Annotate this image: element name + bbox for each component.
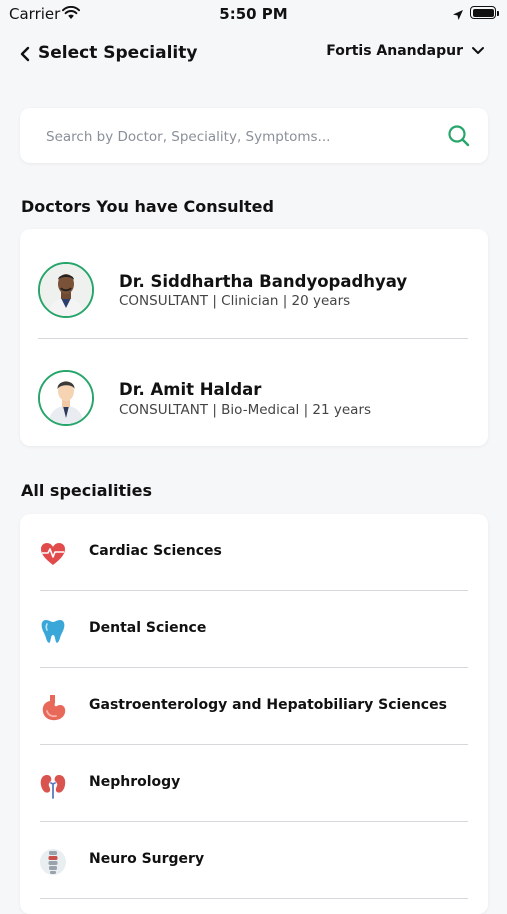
specialities-card: Cardiac Sciences Dental Science Gastroen… (20, 514, 488, 914)
speciality-label: Dental Science (89, 620, 207, 636)
speciality-item-cardiac-sciences[interactable]: Cardiac Sciences (20, 514, 488, 591)
speciality-item-nephrology[interactable]: Nephrology (20, 745, 488, 822)
doctor-item[interactable]: Dr. Amit Haldar CONSULTANT | Bio-Medical… (20, 339, 488, 439)
search-icon[interactable] (446, 123, 472, 153)
speciality-label: Gastroenterology and Hepatobiliary Scien… (89, 697, 447, 713)
doctor-avatar (38, 370, 94, 426)
doctor-meta: CONSULTANT | Clinician | 20 years (119, 293, 351, 309)
header: Select Speciality Fortis Anandapur (0, 36, 507, 72)
branch-label: Fortis Anandapur (326, 43, 463, 59)
speciality-item-neuro-surgery[interactable]: Neuro Surgery (20, 822, 488, 899)
location-arrow-icon (452, 6, 464, 25)
specialities-section-title: All specialities (21, 481, 152, 500)
branch-selector[interactable]: Fortis Anandapur (326, 43, 485, 59)
search-input[interactable] (44, 108, 428, 165)
speciality-item-gastroenterology[interactable]: Gastroenterology and Hepatobiliary Scien… (20, 668, 488, 745)
kidney-icon (38, 770, 68, 800)
chevron-down-icon (472, 47, 484, 54)
battery-icon (470, 6, 499, 19)
speciality-item-dental-science[interactable]: Dental Science (20, 591, 488, 668)
tooth-icon (38, 616, 68, 646)
doctor-name: Dr. Siddhartha Bandyopadhyay (119, 272, 408, 291)
doctor-item[interactable]: Dr. Siddhartha Bandyopadhyay CONSULTANT … (20, 229, 488, 329)
spine-icon (38, 847, 68, 877)
status-time: 5:50 PM (219, 5, 288, 23)
speciality-label: Nephrology (89, 774, 181, 790)
search-bar (20, 108, 488, 165)
consulted-section-title: Doctors You have Consulted (21, 197, 274, 216)
consulted-doctors-card: Dr. Siddhartha Bandyopadhyay CONSULTANT … (20, 229, 488, 446)
divider (40, 898, 468, 899)
doctor-meta: CONSULTANT | Bio-Medical | 21 years (119, 402, 372, 418)
back-arrow-icon[interactable] (15, 42, 39, 66)
doctor-avatar (38, 262, 94, 318)
speciality-label: Cardiac Sciences (89, 543, 222, 559)
heart-icon (38, 539, 68, 569)
page-title: Select Speciality (38, 43, 198, 63)
stomach-icon (38, 693, 68, 723)
doctor-name: Dr. Amit Haldar (119, 380, 262, 399)
status-bar: Carrier 5:50 PM (0, 0, 507, 28)
speciality-label: Neuro Surgery (89, 851, 205, 867)
